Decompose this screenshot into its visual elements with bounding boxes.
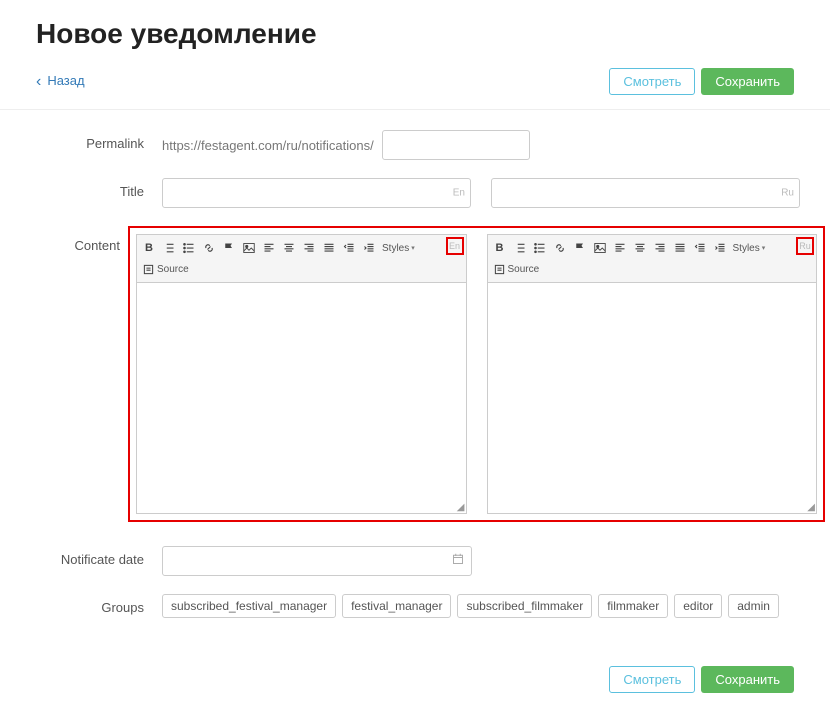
numbered-list-icon[interactable]: [511, 239, 529, 257]
permalink-label: Permalink: [30, 130, 162, 151]
editor-ru-area[interactable]: ◢: [488, 283, 817, 513]
groups-list: subscribed_festival_manager festival_man…: [162, 594, 800, 618]
flag-icon[interactable]: [571, 239, 589, 257]
groups-label: Groups: [30, 594, 162, 615]
align-left-icon[interactable]: [611, 239, 629, 257]
title-label: Title: [30, 178, 162, 199]
align-justify-icon[interactable]: [671, 239, 689, 257]
indent-icon[interactable]: [711, 239, 729, 257]
resize-handle-icon: ◢: [457, 504, 465, 512]
flag-icon[interactable]: [220, 239, 238, 257]
align-right-icon[interactable]: [651, 239, 669, 257]
source-button[interactable]: Source: [140, 263, 192, 276]
align-justify-icon[interactable]: [320, 239, 338, 257]
permalink-input[interactable]: [382, 130, 530, 160]
align-center-icon[interactable]: [280, 239, 298, 257]
link-icon[interactable]: [200, 239, 218, 257]
resize-handle-icon: ◢: [807, 504, 815, 512]
editor-lang-en-highlight: En: [446, 237, 464, 255]
save-button-bottom[interactable]: Сохранить: [701, 666, 794, 693]
preview-button-top[interactable]: Смотреть: [609, 68, 695, 95]
date-input[interactable]: [162, 546, 472, 576]
bullet-list-icon[interactable]: [180, 239, 198, 257]
editor-ru: B Styles▾ Ru: [487, 234, 818, 514]
styles-dropdown[interactable]: Styles▾: [380, 243, 417, 254]
bold-icon[interactable]: B: [491, 239, 509, 257]
content-label: Content: [40, 238, 120, 253]
align-right-icon[interactable]: [300, 239, 318, 257]
group-tag[interactable]: filmmaker: [598, 594, 668, 618]
source-button[interactable]: Source: [491, 263, 543, 276]
align-left-icon[interactable]: [260, 239, 278, 257]
align-center-icon[interactable]: [631, 239, 649, 257]
group-tag[interactable]: subscribed_filmmaker: [457, 594, 592, 618]
group-tag[interactable]: subscribed_festival_manager: [162, 594, 336, 618]
numbered-list-icon[interactable]: [160, 239, 178, 257]
permalink-prefix: https://festagent.com/ru/notifications/: [162, 138, 374, 153]
title-en-input[interactable]: [162, 178, 471, 208]
outdent-icon[interactable]: [340, 239, 358, 257]
group-tag[interactable]: editor: [674, 594, 722, 618]
editor-en: B Styles▾ En: [136, 234, 467, 514]
page-title: Новое уведомление: [0, 0, 830, 60]
back-link[interactable]: Назад: [36, 73, 85, 91]
editor-en-area[interactable]: ◢: [137, 283, 466, 513]
editor-lang-ru-highlight: Ru: [796, 237, 814, 255]
group-tag[interactable]: admin: [728, 594, 779, 618]
title-ru-input[interactable]: [491, 178, 800, 208]
link-icon[interactable]: [551, 239, 569, 257]
content-highlight-box: Content B Styles▾ En: [128, 226, 825, 522]
bold-icon[interactable]: B: [140, 239, 158, 257]
bullet-list-icon[interactable]: [531, 239, 549, 257]
styles-dropdown[interactable]: Styles▾: [731, 243, 768, 254]
group-tag[interactable]: festival_manager: [342, 594, 451, 618]
image-icon[interactable]: [240, 239, 258, 257]
indent-icon[interactable]: [360, 239, 378, 257]
save-button-top[interactable]: Сохранить: [701, 68, 794, 95]
image-icon[interactable]: [591, 239, 609, 257]
date-label: Notificate date: [30, 546, 162, 567]
preview-button-bottom[interactable]: Смотреть: [609, 666, 695, 693]
outdent-icon[interactable]: [691, 239, 709, 257]
